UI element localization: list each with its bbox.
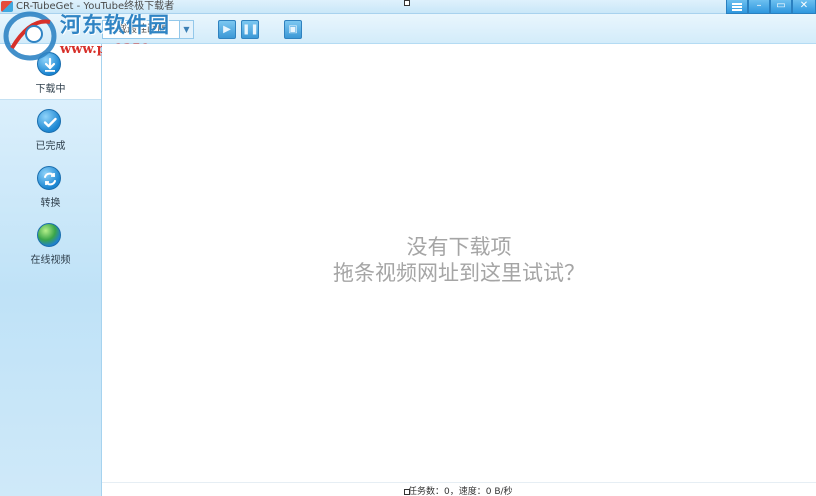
globe-icon <box>37 223 61 247</box>
pause-icon: ❚❚ <box>242 24 259 35</box>
quality-select-value: 下载最佳画质 <box>107 24 167 35</box>
app-icon <box>1 1 13 12</box>
sidebar-item-label: 已完成 <box>35 141 66 152</box>
maximize-icon: ▭ <box>776 0 786 11</box>
sidebar-item-label: 下载中 <box>35 84 66 95</box>
status-bar: 任务数：0，速度：0 B/秒 <box>102 482 816 496</box>
sidebar: 下载中 已完成 转换 在线视频 <box>0 44 102 496</box>
sidebar-item-completed[interactable]: 已完成 <box>0 101 101 157</box>
empty-state-hint: 拖条视频网址到这里试试？ <box>333 261 585 285</box>
sidebar-item-downloading[interactable]: 下载中 <box>0 44 101 100</box>
menu-button[interactable] <box>726 0 748 14</box>
sidebar-item-label: 在线视频 <box>30 255 71 266</box>
maximize-button[interactable]: ▭ <box>770 0 792 14</box>
close-button[interactable]: ✕ <box>792 0 816 14</box>
close-icon: ✕ <box>799 0 809 11</box>
status-text: 任务数：0，速度：0 B/秒 <box>408 487 513 496</box>
empty-state-message: 没有下载项 拖条视频网址到这里试试？ <box>102 234 816 286</box>
chevron-down-icon: ▼ <box>179 21 193 38</box>
resize-handle-bottom[interactable] <box>404 489 410 495</box>
window-title: CR-TubeGet - YouTube终极下载者 <box>16 1 175 12</box>
quality-select[interactable]: 下载最佳画质 ▼ <box>102 20 194 39</box>
minimize-button[interactable]: – <box>748 0 770 14</box>
menu-icon <box>732 3 742 11</box>
delete-button[interactable]: ▣ <box>284 20 302 39</box>
resize-handle-top[interactable] <box>404 0 410 6</box>
sidebar-item-label: 转换 <box>40 198 61 209</box>
start-button[interactable]: ▶ <box>218 20 236 39</box>
download-list-area[interactable]: 没有下载项 拖条视频网址到这里试试？ <box>102 44 816 482</box>
sidebar-item-convert[interactable]: 转换 <box>0 158 101 214</box>
download-icon <box>37 52 61 76</box>
check-icon <box>37 109 61 133</box>
convert-icon <box>37 166 61 190</box>
minimize-icon: – <box>756 0 762 11</box>
empty-state-title: 没有下载项 <box>406 235 512 259</box>
play-icon: ▶ <box>223 24 231 35</box>
trash-icon: ▣ <box>288 24 298 35</box>
sidebar-item-online-video[interactable]: 在线视频 <box>0 215 101 271</box>
pause-button[interactable]: ❚❚ <box>241 20 259 39</box>
toolbar: 下载最佳画质 ▼ ▶ ❚❚ ▣ <box>0 14 816 44</box>
